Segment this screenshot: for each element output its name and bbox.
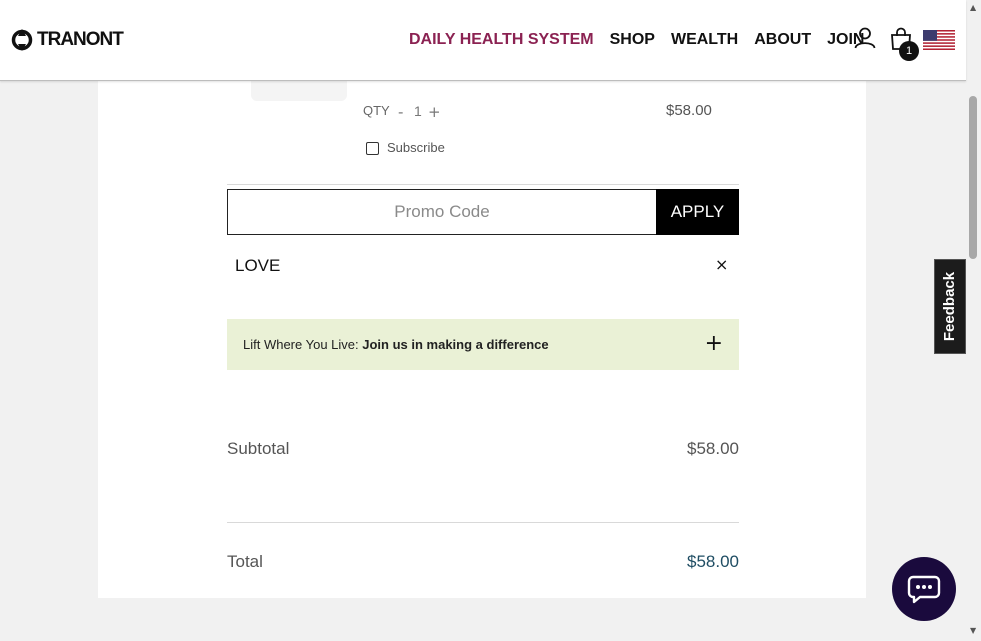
qty-label: QTY bbox=[363, 103, 390, 118]
lift-where-you-live-accordion[interactable]: Lift Where You Live: Join us in making a… bbox=[227, 319, 739, 370]
product-thumbnail bbox=[251, 81, 347, 101]
divider bbox=[227, 184, 739, 185]
logo-mark-icon bbox=[11, 29, 33, 51]
promo-code-input[interactable] bbox=[227, 189, 656, 235]
page-scrollbar[interactable]: ▲ ▼ bbox=[966, 0, 981, 641]
divider bbox=[227, 522, 739, 523]
main-nav: DAILY HEALTH SYSTEM SHOP WEALTH ABOUT JO… bbox=[409, 31, 864, 49]
apply-promo-button[interactable]: APPLY bbox=[656, 189, 739, 235]
tranont-logo[interactable]: TRANONT bbox=[10, 28, 124, 52]
chat-bubble-icon bbox=[907, 575, 941, 604]
lift-emphasis: Join us in making a difference bbox=[362, 337, 549, 352]
subscribe-checkbox[interactable] bbox=[366, 142, 379, 155]
qty-decrease-button[interactable]: - bbox=[398, 103, 403, 121]
remove-promo-icon[interactable]: × bbox=[715, 255, 728, 274]
scroll-down-arrow-icon[interactable]: ▼ bbox=[970, 626, 976, 635]
nav-about[interactable]: ABOUT bbox=[754, 31, 811, 49]
cart-count-badge: 1 bbox=[899, 41, 919, 61]
total-value: $58.00 bbox=[687, 552, 739, 571]
nav-shop[interactable]: SHOP bbox=[610, 31, 655, 49]
item-price: $58.00 bbox=[666, 102, 712, 119]
user-account-icon[interactable] bbox=[853, 26, 877, 50]
expand-plus-icon[interactable]: + bbox=[705, 331, 723, 356]
qty-value: 1 bbox=[414, 103, 422, 119]
qty-increase-button[interactable]: + bbox=[428, 103, 441, 121]
chat-button[interactable] bbox=[892, 557, 956, 621]
us-flag-icon[interactable] bbox=[923, 30, 955, 50]
scrollbar-thumb[interactable] bbox=[969, 96, 977, 259]
feedback-label: Feedback bbox=[941, 271, 959, 342]
applied-promo-code: LOVE bbox=[235, 256, 281, 275]
subscribe-label[interactable]: Subscribe bbox=[387, 140, 445, 155]
scroll-up-arrow-icon[interactable]: ▲ bbox=[970, 3, 976, 12]
feedback-tab[interactable]: Feedback bbox=[934, 259, 966, 354]
total-label: Total bbox=[227, 552, 263, 571]
lift-text: Lift Where You Live: Join us in making a… bbox=[243, 337, 549, 352]
logo-text: TRANONT bbox=[37, 29, 124, 50]
subtotal-label: Subtotal bbox=[227, 439, 290, 458]
nav-daily-health-system[interactable]: DAILY HEALTH SYSTEM bbox=[409, 31, 594, 49]
site-header: TRANONT DAILY HEALTH SYSTEM SHOP WEALTH … bbox=[0, 0, 966, 81]
lift-prefix: Lift Where You Live: bbox=[243, 337, 363, 352]
subtotal-value: $58.00 bbox=[687, 439, 739, 458]
nav-wealth[interactable]: WEALTH bbox=[671, 31, 738, 49]
